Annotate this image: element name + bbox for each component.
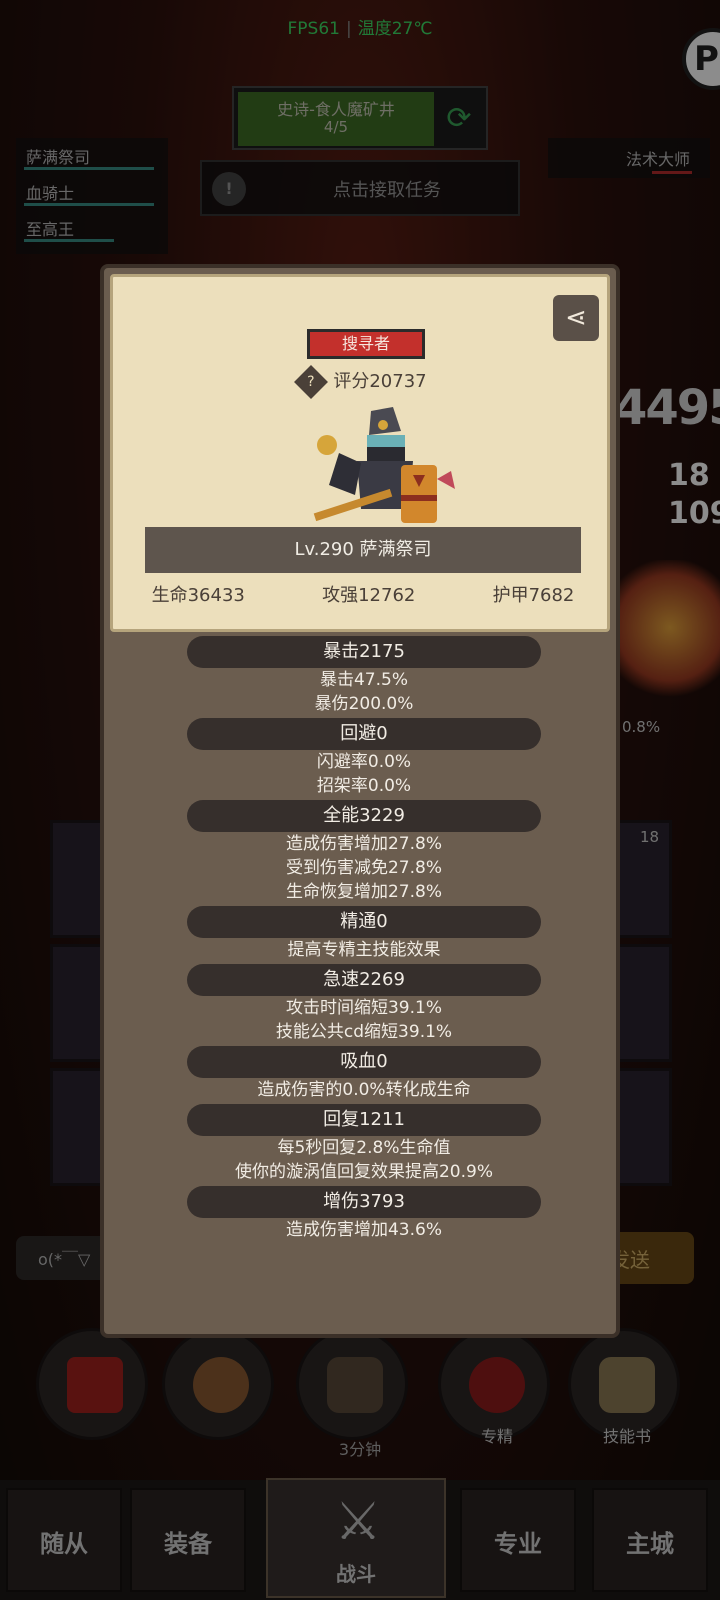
stat-detail: 提高专精主技能效果: [287, 940, 441, 960]
stat-detail: 暴伤200.0%: [314, 694, 414, 714]
stat-header: 全能3229: [187, 800, 541, 832]
stat-block: 回避0 闪避率0.0% 招架率0.0%: [104, 718, 624, 798]
stat-detail: 闪避率0.0%: [316, 752, 412, 772]
character-portrait: [313, 407, 455, 523]
stat-detail: 造成伤害的0.0%转化成生命: [257, 1080, 471, 1100]
score-row: ? 评分20737: [113, 365, 613, 399]
stat-detail: 攻击时间缩短39.1%: [285, 998, 442, 1018]
stat-detail: 生命恢复增加27.8%: [285, 882, 442, 902]
stat-header: 精通0: [187, 906, 541, 938]
stat-header: 急速2269: [187, 964, 541, 996]
stat-header: 暴击2175: [187, 636, 541, 668]
stat-detail: 使你的漩涡值回复效果提高20.9%: [234, 1162, 493, 1182]
level-name-bar: Lv.290 萨满祭司: [145, 527, 581, 573]
score-value: 评分20737: [333, 371, 427, 392]
stat-hp: 生命36433: [151, 585, 245, 606]
stat-detail: 招架率0.0%: [316, 776, 412, 796]
stat-detail: 技能公共cd缩短39.1%: [275, 1022, 453, 1042]
game-screen: FPS61 | 温度27℃ P 史诗-食人魔矿井 4/5 ⟳ 萨满祭司 血骑士 至高…: [0, 0, 720, 1600]
help-icon[interactable]: ?: [294, 365, 329, 399]
stat-attack-power: 攻强12762: [322, 585, 416, 606]
share-icon[interactable]: ⋖: [553, 295, 599, 341]
stat-block: 暴击2175 暴击47.5% 暴伤200.0%: [104, 636, 624, 716]
stat-block: 全能3229 造成伤害增加27.8% 受到伤害减免27.8% 生命恢复增加27.8%: [104, 800, 624, 904]
title-badge: 搜寻者: [307, 329, 425, 359]
stat-block: 吸血0 造成伤害的0.0%转化成生命: [104, 1046, 624, 1102]
stat-block: 精通0 提高专精主技能效果: [104, 906, 624, 962]
stat-detail: 暴击47.5%: [319, 670, 408, 690]
stat-detail: 造成伤害增加27.8%: [285, 834, 442, 854]
secondary-stats-list: 暴击2175 暴击47.5% 暴伤200.0% 回避0 闪避率0.0% 招架率0.0% 全能…: [104, 636, 624, 1244]
stat-header: 增伤3793: [187, 1186, 541, 1218]
stat-header: 吸血0: [187, 1046, 541, 1078]
character-card: ⋖ 搜寻者 ? 评分20737 Lv.290 萨满祭司 生命36433 攻强12…: [110, 274, 610, 632]
stat-detail: 受到伤害减免27.8%: [285, 858, 442, 878]
stat-block: 急速2269 攻击时间缩短39.1% 技能公共cd缩短39.1%: [104, 964, 624, 1044]
stat-detail: 造成伤害增加43.6%: [285, 1220, 442, 1240]
stat-armor: 护甲7682: [492, 585, 575, 606]
character-detail-panel: ⋖ 搜寻者 ? 评分20737 Lv.290 萨满祭司 生命36433 攻强12…: [100, 264, 620, 1338]
stat-header: 回避0: [187, 718, 541, 750]
stat-detail: 每5秒回复2.8%生命值: [277, 1138, 451, 1158]
stat-block: 回复1211 每5秒回复2.8%生命值使你的漩涡值回复效果提高20.9%: [104, 1104, 624, 1184]
core-stats: 生命36433 攻强12762 护甲7682: [113, 581, 613, 607]
stat-header: 回复1211: [187, 1104, 541, 1136]
stat-block: 增伤3793 造成伤害增加43.6%: [104, 1186, 624, 1242]
